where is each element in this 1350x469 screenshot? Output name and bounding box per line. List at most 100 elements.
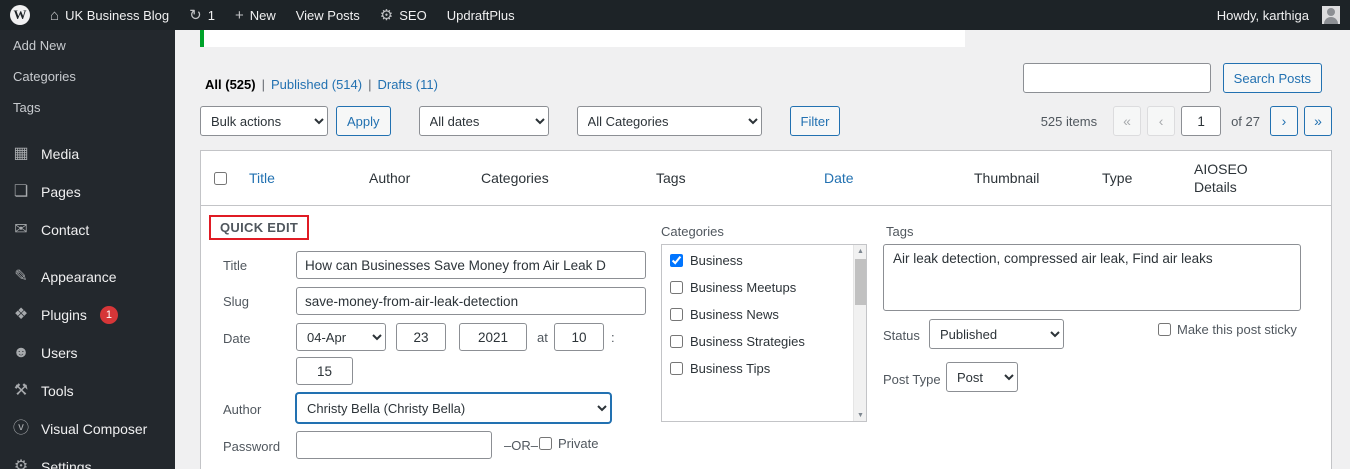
- scrollbar-thumb[interactable]: [855, 259, 866, 305]
- sidebar-item-plugins[interactable]: ❖ Plugins 1: [0, 296, 175, 334]
- seo-label: SEO: [399, 7, 427, 23]
- bulk-actions-select[interactable]: Bulk actions: [200, 106, 328, 136]
- main-content: All (525) | Published (514) | Drafts (11…: [175, 30, 1350, 469]
- categories-list-box: Business Business Meetups Business News …: [661, 244, 867, 422]
- current-page-input[interactable]: [1181, 106, 1222, 136]
- search-input[interactable]: [1022, 63, 1211, 93]
- sidebar-item-media[interactable]: ▦ Media: [0, 135, 175, 173]
- month-select[interactable]: 04-Apr: [296, 323, 386, 351]
- quick-edit-legend: QUICK EDIT: [209, 215, 310, 240]
- sticky-checkbox-row[interactable]: Make this post sticky: [1158, 322, 1297, 337]
- category-checkbox[interactable]: [670, 308, 683, 321]
- category-checkbox[interactable]: [670, 254, 683, 267]
- plus-icon: +: [234, 6, 244, 24]
- new-content-menu[interactable]: + New: [225, 0, 286, 30]
- column-header-title[interactable]: Title: [239, 170, 359, 186]
- prev-page-button[interactable]: ‹: [1147, 106, 1176, 136]
- sidebar-item-label: Appearance: [41, 269, 117, 285]
- title-input[interactable]: [296, 251, 646, 279]
- first-page-button[interactable]: «: [1113, 106, 1142, 136]
- wp-logo-menu[interactable]: W: [0, 0, 40, 30]
- updates-icon: ↻: [189, 6, 202, 24]
- sidebar-item-settings[interactable]: ⚙ Settings: [0, 448, 175, 469]
- select-all-checkbox[interactable]: [213, 171, 227, 185]
- search-posts-button[interactable]: Search Posts: [1222, 63, 1322, 93]
- sidebar-item-visual-composer[interactable]: ⓥ Visual Composer: [0, 410, 175, 448]
- view-all[interactable]: All (525): [205, 77, 256, 92]
- view-drafts[interactable]: Drafts (11): [377, 77, 437, 92]
- status-select[interactable]: Published: [929, 319, 1064, 349]
- tags-textarea[interactable]: Air leak detection, compressed air leak,…: [883, 244, 1301, 311]
- column-header-date[interactable]: Date: [814, 170, 964, 186]
- scroll-up-icon[interactable]: ▲: [854, 245, 866, 257]
- sidebar-item-label: Plugins: [41, 307, 87, 323]
- admin-sidebar: Add New Categories Tags ▦ Media ❏ Pages …: [0, 30, 175, 469]
- category-checkbox[interactable]: [670, 281, 683, 294]
- sidebar-item-tags[interactable]: Tags: [0, 92, 175, 123]
- apply-button[interactable]: Apply: [336, 106, 391, 136]
- sidebar-item-appearance[interactable]: ✎ Appearance: [0, 258, 175, 296]
- view-posts-menu[interactable]: View Posts: [286, 0, 370, 30]
- category-item[interactable]: Business News: [670, 307, 848, 322]
- categories-filter-select[interactable]: All Categories: [576, 106, 762, 136]
- category-checkbox[interactable]: [670, 335, 683, 348]
- category-item[interactable]: Business Meetups: [670, 280, 848, 295]
- seo-menu[interactable]: ⚙ SEO: [370, 0, 437, 30]
- sidebar-item-label: Pages: [41, 184, 81, 200]
- sidebar-item-tools[interactable]: ⚒ Tools: [0, 372, 175, 410]
- category-label: Business Meetups: [690, 280, 797, 295]
- sidebar-item-categories[interactable]: Categories: [0, 61, 175, 92]
- category-checkbox[interactable]: [670, 362, 683, 375]
- updraftplus-menu[interactable]: UpdraftPlus: [437, 0, 525, 30]
- author-select[interactable]: Christy Bella (Christy Bella): [296, 393, 611, 423]
- view-separator: |: [261, 77, 265, 92]
- sidebar-item-label: Media: [41, 146, 80, 162]
- avatar: [1322, 6, 1340, 24]
- column-header-aioseo-details: AIOSEO Details: [1194, 160, 1248, 195]
- filter-button[interactable]: Filter: [789, 106, 841, 136]
- password-input[interactable]: [296, 431, 492, 459]
- site-name-menu[interactable]: ⌂ UK Business Blog: [40, 0, 179, 30]
- post-type-field-label: Post Type: [883, 372, 941, 387]
- sidebar-item-label: Visual Composer: [41, 421, 148, 437]
- updates-menu[interactable]: ↻ 1: [179, 0, 225, 30]
- last-page-button[interactable]: »: [1304, 106, 1332, 136]
- private-checkbox-row[interactable]: Private: [539, 436, 598, 451]
- column-header-categories: Categories: [481, 170, 549, 186]
- home-icon: ⌂: [50, 6, 60, 24]
- category-item[interactable]: Business: [670, 253, 848, 268]
- dates-filter-select[interactable]: All dates: [418, 106, 549, 136]
- total-pages-label: of 27: [1231, 113, 1260, 129]
- category-item[interactable]: Business Strategies: [670, 334, 848, 349]
- post-type-select[interactable]: Post: [946, 362, 1018, 392]
- appearance-icon: ✎: [14, 268, 28, 285]
- sticky-checkbox[interactable]: [1158, 323, 1171, 336]
- contact-icon: ✉: [14, 221, 28, 238]
- minute-input[interactable]: [296, 357, 353, 385]
- column-header-author: Author: [369, 170, 411, 186]
- title-field-label: Title: [223, 258, 248, 273]
- private-checkbox[interactable]: [539, 437, 552, 450]
- column-header-thumbnail: Thumbnail: [974, 170, 1040, 186]
- hour-input[interactable]: [554, 323, 604, 351]
- day-input[interactable]: [396, 323, 446, 351]
- next-page-button[interactable]: ›: [1270, 106, 1298, 136]
- status-field-label: Status: [883, 328, 920, 343]
- view-published[interactable]: Published (514): [271, 77, 362, 92]
- category-item[interactable]: Business Tips: [670, 361, 848, 376]
- categories-scrollbar: ▲ ▼: [853, 245, 866, 421]
- media-icon: ▦: [13, 145, 29, 162]
- year-input[interactable]: [459, 323, 527, 351]
- howdy-account-menu[interactable]: Howdy, karthiga: [1207, 0, 1350, 30]
- sticky-label: Make this post sticky: [1177, 322, 1297, 337]
- pages-icon: ❏: [13, 183, 29, 200]
- sidebar-item-contact[interactable]: ✉ Contact: [0, 211, 175, 249]
- sidebar-item-users[interactable]: ☻ Users: [0, 334, 175, 372]
- sidebar-item-add-new[interactable]: Add New: [0, 30, 175, 61]
- scroll-down-icon[interactable]: ▼: [854, 409, 866, 421]
- sidebar-item-label: Contact: [41, 222, 90, 238]
- slug-input[interactable]: [296, 287, 646, 315]
- password-field-label: Password: [223, 439, 281, 454]
- sidebar-item-pages[interactable]: ❏ Pages: [0, 173, 175, 211]
- sidebar-item-label: Add New: [13, 38, 66, 53]
